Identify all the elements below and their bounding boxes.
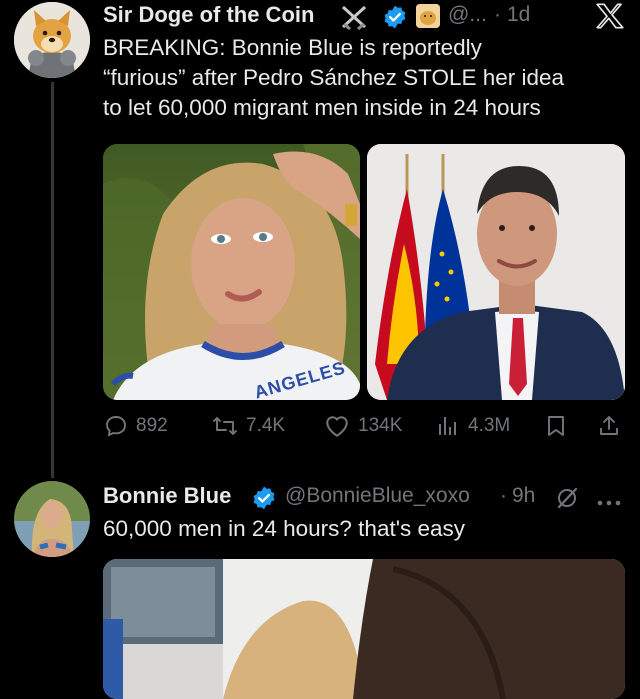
repost-count: 7.4K [246, 415, 286, 436]
reply-icon [106, 416, 126, 437]
reply-button[interactable]: 892 [104, 414, 168, 438]
repost-button[interactable]: 7.4K [212, 414, 285, 438]
bonnie-avatar[interactable] [14, 481, 90, 557]
separator-dot: · [500, 484, 507, 507]
share-icon [600, 416, 618, 435]
tweet2-photo [103, 559, 625, 699]
reply-count: 892 [136, 415, 168, 436]
author-avatar[interactable] [14, 2, 90, 78]
views-count: 4.3M [468, 415, 511, 436]
tweet1-image-woman[interactable]: ANGELES [103, 144, 360, 400]
tweet1-author-name[interactable]: Sir Doge of the Coin [103, 2, 314, 28]
x-logo-icon[interactable] [596, 3, 624, 34]
tweet1-text-line-3: to let 60,000 migrant men inside in 24 h… [103, 95, 541, 120]
tweet2-image[interactable] [103, 559, 625, 699]
thread-connector-line [51, 82, 54, 478]
tweet2-handle[interactable]: @BonnieBlue_xoxo [285, 484, 470, 508]
tweet2-text: 60,000 men in 24 hours? that's easy [103, 516, 466, 541]
tweet1-text: BREAKING: Bonnie Blue is reportedly “fur… [103, 33, 633, 123]
tweet2-time[interactable]: 9h [512, 484, 535, 508]
like-count: 134K [358, 415, 403, 436]
heart-icon [326, 416, 348, 437]
crossed-swords-icon [340, 4, 368, 35]
bookmark-icon [548, 416, 564, 436]
man-flags-photo [367, 144, 625, 400]
more-icon[interactable] [596, 494, 622, 512]
tweet1-text-line-2: “furious” after Pedro Sánchez STOLE her … [103, 65, 565, 90]
verified-badge-icon [382, 4, 408, 35]
tweet1-text-line-1: BREAKING: Bonnie Blue is reportedly [103, 35, 482, 60]
doge-knight-avatar-image [14, 2, 90, 78]
views-icon [439, 417, 456, 435]
verified-badge-icon [251, 485, 277, 516]
tweet1-time[interactable]: 1d [507, 3, 530, 27]
tweet1-image-sanchez[interactable] [367, 144, 625, 400]
tweet2-author-name[interactable]: Bonnie Blue [103, 483, 231, 509]
bonnie-avatar-image [14, 481, 90, 557]
bookmark-button[interactable] [545, 414, 567, 438]
grok-icon[interactable] [555, 486, 579, 515]
share-button[interactable] [597, 414, 621, 438]
like-button[interactable]: 134K [324, 414, 402, 438]
doge-affiliation-badge-icon [416, 4, 440, 28]
repost-icon [213, 417, 237, 435]
woman-selfie-photo [103, 144, 360, 400]
views-button[interactable]: 4.3M [436, 414, 510, 438]
tweet1-handle[interactable]: @... [448, 3, 487, 27]
separator-dot: · [494, 3, 501, 26]
